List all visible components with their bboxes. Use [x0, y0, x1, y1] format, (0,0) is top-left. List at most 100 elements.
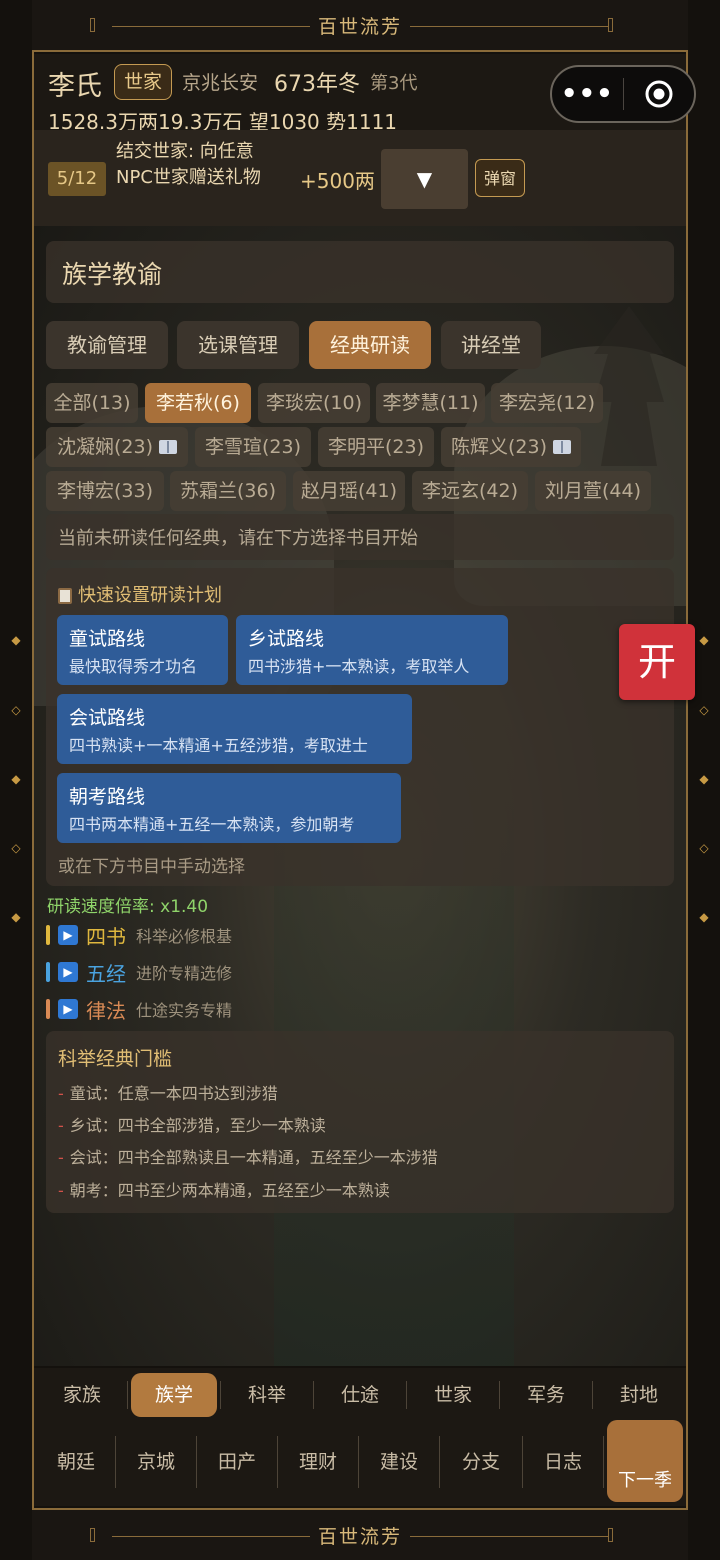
nav-divider [127, 1381, 128, 1409]
target-icon[interactable] [624, 79, 695, 109]
nav-divider [313, 1381, 314, 1409]
quick-plan-title: 快速设置研读计划 [58, 581, 222, 607]
route-name: 会试路线 [69, 707, 146, 729]
threshold-text: 童试：任意一本四书达到涉猎 [69, 1084, 278, 1103]
banner-ornament [608, 18, 613, 32]
quest-dropdown-button[interactable]: ▼ [381, 149, 468, 209]
more-dots-icon[interactable]: ••• [552, 81, 623, 107]
clan-rank-badge: 世家 [114, 64, 173, 100]
banner-ornament [90, 18, 95, 32]
nav-divider [358, 1436, 359, 1488]
nav-career[interactable]: 仕途 [317, 1373, 403, 1417]
route-desc: 四书涉猎+一本熟读，考取举人 [248, 657, 470, 676]
route-desc: 四书熟读+一本精通+五经涉猎，考取进士 [69, 736, 368, 755]
clan-name: 李氏 [48, 71, 102, 102]
tab-classics-study[interactable]: 经典研读 [309, 321, 431, 369]
bottom-banner: 百世流芳 [32, 1508, 688, 1560]
book-icon [553, 440, 571, 454]
nav-divider [277, 1436, 278, 1488]
nav-finance[interactable]: 理财 [281, 1440, 355, 1484]
category-sishu[interactable]: ▶ 四书 科举必修根基 [46, 919, 232, 951]
nav-fief[interactable]: 封地 [596, 1373, 682, 1417]
generation-label: 第3代 [370, 73, 418, 94]
category-wujing[interactable]: ▶ 五经 进阶专精选修 [46, 956, 232, 988]
banner-title: 百世流芳 [309, 11, 410, 39]
left-ornament: ◇ [11, 703, 21, 717]
threshold-text: 乡试：四书全部涉猎，至少一本熟读 [69, 1116, 326, 1135]
nav-log[interactable]: 日志 [526, 1440, 600, 1484]
right-ornament: ◇ [699, 841, 709, 855]
student-chip[interactable]: 李明平(23) [318, 427, 434, 467]
quest-reward: +500两 [300, 169, 375, 193]
quest-description: 结交世家: 向任意NPC世家赠送礼物 [116, 141, 261, 188]
nav-construction[interactable]: 建设 [362, 1440, 436, 1484]
nav-branches[interactable]: 分支 [443, 1440, 519, 1484]
play-icon: ▶ [58, 962, 78, 982]
nav-court[interactable]: 朝廷 [40, 1440, 112, 1484]
student-chip[interactable]: 李琰宏(10) [258, 383, 370, 423]
route-name: 乡试路线 [248, 628, 325, 650]
quest-bar: 5/12 结交世家: 向任意NPC世家赠送礼物 +500两 ▼ 弹窗 [34, 130, 686, 226]
category-color-bar [46, 999, 50, 1019]
category-color-bar [46, 925, 50, 945]
left-ornament: ◆ [11, 910, 21, 924]
route-name: 童试路线 [69, 628, 146, 650]
student-chip-label: 陈辉义(23) [450, 436, 547, 458]
nav-divider [220, 1381, 221, 1409]
left-ornament: ◆ [11, 772, 21, 786]
right-ornament: ◇ [699, 703, 709, 717]
student-chip[interactable]: 沈凝娴(23) [46, 427, 188, 467]
route-button-huishi[interactable]: 会试路线 四书熟读+一本精通+五经涉猎，考取进士 [57, 694, 412, 764]
tab-course-management[interactable]: 选课管理 [177, 321, 299, 369]
tab-lecture-hall[interactable]: 讲经堂 [441, 321, 541, 369]
next-season-button[interactable]: 下一季 [607, 1420, 683, 1502]
play-icon: ▶ [58, 925, 78, 945]
category-lvfa[interactable]: ▶ 律法 仕途实务专精 [46, 993, 232, 1025]
study-status-hint: 当前未研读任何经典，请在下方选择书目开始 [46, 514, 674, 560]
nav-clan-school[interactable]: 族学 [131, 1373, 217, 1417]
nav-military[interactable]: 军务 [503, 1373, 589, 1417]
student-chip[interactable]: 陈辉义(23) [441, 427, 581, 467]
nav-divider [499, 1381, 500, 1409]
nav-divider [522, 1436, 523, 1488]
student-chip-all[interactable]: 全部(13) [46, 383, 138, 423]
category-name: 四书 [86, 924, 126, 949]
clipboard-icon [58, 588, 72, 604]
nav-farmland[interactable]: 田产 [200, 1440, 274, 1484]
student-chip[interactable]: 李远玄(42) [412, 471, 528, 511]
student-chip[interactable]: 李宏尧(12) [491, 383, 603, 423]
student-chip[interactable]: 李梦慧(11) [376, 383, 485, 423]
tab-instruction-management[interactable]: 教谕管理 [46, 321, 168, 369]
season-label: 673年冬 [274, 72, 360, 97]
student-chip[interactable]: 李雪瑄(23) [195, 427, 311, 467]
nav-divider [603, 1436, 604, 1488]
route-button-tongshi[interactable]: 童试路线 最快取得秀才功名 [57, 615, 228, 685]
route-button-chaokao[interactable]: 朝考路线 四书两本精通+五经一本熟读，参加朝考 [57, 773, 401, 843]
left-ornament: ◆ [11, 633, 21, 647]
nav-family[interactable]: 家族 [40, 1373, 124, 1417]
right-ornament: ◆ [699, 772, 709, 786]
popup-button[interactable]: 弹窗 [475, 159, 525, 197]
student-chip[interactable]: 李博宏(33) [46, 471, 164, 511]
left-ornament: ◇ [11, 841, 21, 855]
nav-divider [196, 1436, 197, 1488]
student-chip[interactable]: 赵月瑶(41) [293, 471, 405, 511]
threshold-row: - 乡试：四书全部涉猎，至少一本熟读 [58, 1116, 326, 1135]
category-color-bar [46, 962, 50, 982]
study-speed-label: 研读速度倍率: x1.40 [47, 897, 209, 917]
nav-capital[interactable]: 京城 [119, 1440, 193, 1484]
route-button-xiangshi[interactable]: 乡试路线 四书涉猎+一本熟读，考取举人 [236, 615, 508, 685]
banner-title: 百世流芳 [309, 1521, 410, 1549]
threshold-text: 会试：四书全部熟读且一本精通，五经至少一本涉猎 [69, 1148, 438, 1167]
route-desc: 最快取得秀才功名 [69, 657, 198, 676]
student-chip[interactable]: 苏霜兰(36) [170, 471, 286, 511]
miniprogram-capsule: ••• [550, 65, 696, 123]
student-chip[interactable]: 李若秋(6) [145, 383, 251, 423]
student-chip-label: 沈凝娴(23) [56, 436, 153, 458]
category-desc: 仕途实务专精 [136, 1001, 233, 1020]
open-floating-button[interactable]: 开 [619, 624, 695, 700]
nav-exam[interactable]: 科举 [224, 1373, 310, 1417]
nav-noble-families[interactable]: 世家 [410, 1373, 496, 1417]
category-name: 五经 [86, 961, 126, 986]
student-chip[interactable]: 刘月萱(44) [535, 471, 651, 511]
